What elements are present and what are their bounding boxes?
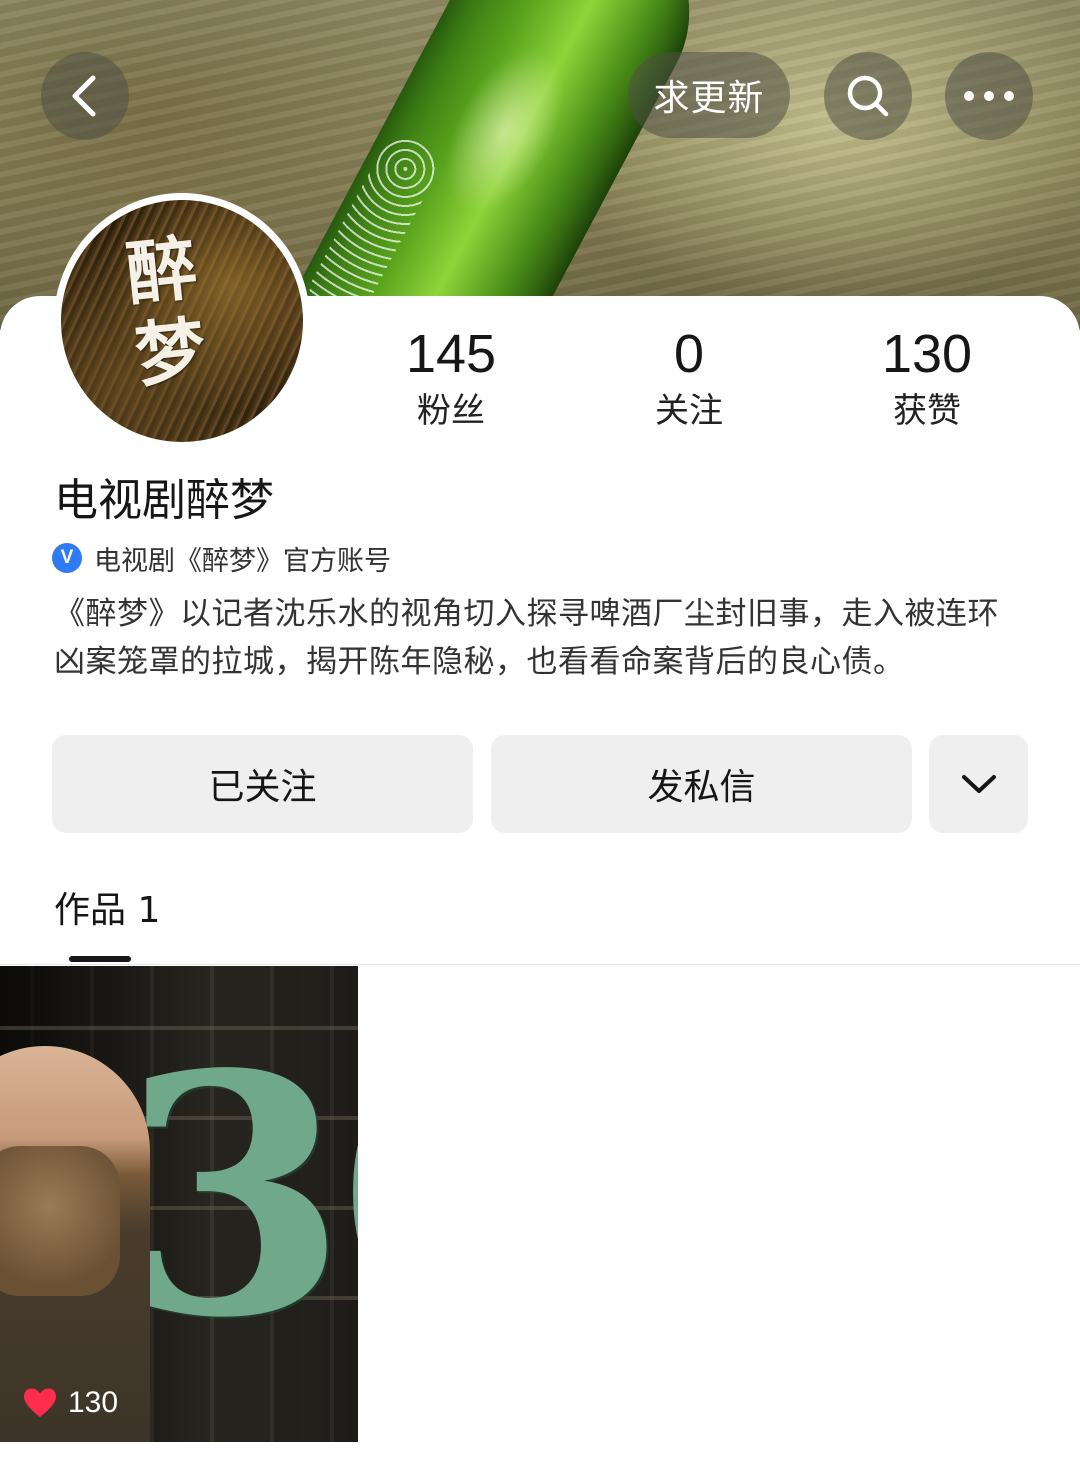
likes-label: 获赞: [893, 391, 961, 431]
profile-bio: 《醉梦》以记者沈乐水的视角切入探寻啤酒厂尘封旧事，走入被连环凶案笼罩的拉城，揭开…: [54, 596, 999, 680]
tab-works[interactable]: 作品 1: [54, 888, 160, 934]
verified-badge-icon: V: [52, 543, 82, 573]
following-button[interactable]: 已关注: [52, 735, 473, 833]
back-arrow-icon: [72, 75, 96, 117]
following-count: 0: [673, 324, 705, 384]
followers-count: 145: [405, 324, 497, 384]
avatar[interactable]: 醉梦: [54, 193, 310, 449]
following-button-label: 已关注: [208, 767, 317, 808]
request-update-button[interactable]: 求更新: [628, 52, 790, 138]
stat-likes[interactable]: 130 获赞: [827, 322, 1027, 434]
heart-icon: [24, 1388, 56, 1417]
search-button[interactable]: [824, 52, 912, 140]
request-update-label: 求更新: [653, 78, 765, 119]
profile-name: 电视剧醉梦: [54, 475, 274, 526]
back-button[interactable]: [41, 52, 129, 140]
thumbnail-overlay-number: 30: [118, 1002, 358, 1390]
following-label: 关注: [655, 391, 723, 431]
video-like-count: 130: [22, 1386, 118, 1420]
expand-button[interactable]: [929, 735, 1028, 833]
more-button[interactable]: [945, 52, 1033, 140]
video-likes-value: 130: [68, 1386, 119, 1419]
avatar-image: 醉梦: [61, 200, 303, 442]
verification-row: V 电视剧《醉梦》官方账号: [52, 540, 391, 577]
followers-label: 粉丝: [417, 391, 485, 431]
likes-count: 130: [881, 324, 973, 384]
chevron-down-icon: [961, 775, 996, 793]
search-icon: [847, 75, 889, 117]
tab-active-indicator: [69, 956, 131, 962]
stat-following[interactable]: 0 关注: [589, 322, 789, 434]
verification-text: 电视剧《醉梦》官方账号: [94, 545, 391, 577]
send-message-button[interactable]: 发私信: [491, 735, 912, 833]
send-message-label: 发私信: [647, 767, 756, 808]
avatar-logo-text: 醉梦: [122, 225, 210, 398]
video-thumbnail[interactable]: 30 130: [0, 966, 358, 1442]
tab-divider: [0, 964, 1080, 965]
more-dots-icon: [964, 91, 1014, 101]
stat-followers[interactable]: 145 粉丝: [351, 322, 551, 434]
thumbnail-fur-collar: [0, 1146, 120, 1296]
